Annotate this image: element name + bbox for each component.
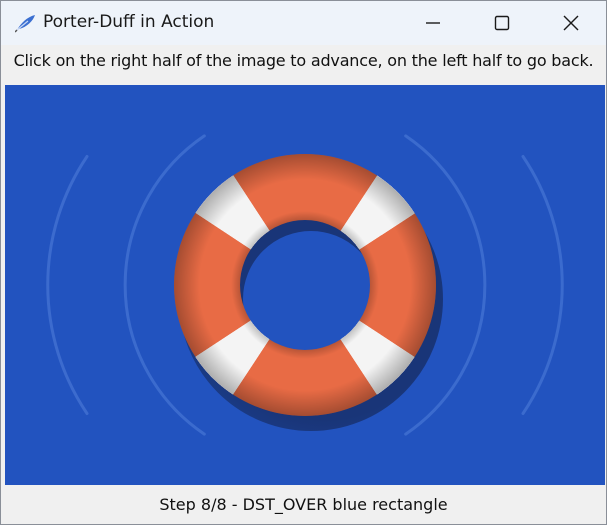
status-label: Step 8/8 - DST_OVER blue rectangle (159, 495, 448, 514)
close-button[interactable] (548, 1, 594, 45)
close-icon (563, 15, 579, 31)
app-window: Porter-Duff in Action Click on the right… (0, 0, 607, 525)
window-title: Porter-Duff in Action (43, 12, 215, 32)
maximize-icon (494, 15, 510, 31)
minimize-button[interactable] (410, 1, 456, 45)
title-bar[interactable]: Porter-Duff in Action (1, 1, 606, 45)
instruction-text: Click on the right half of the image to … (13, 51, 594, 70)
minimize-icon (426, 22, 440, 24)
image-canvas[interactable] (5, 85, 605, 485)
lifebuoy-illustration (46, 134, 564, 436)
lifebuoy-ring (174, 154, 436, 416)
feather-icon (15, 15, 35, 33)
maximize-button[interactable] (479, 1, 525, 45)
